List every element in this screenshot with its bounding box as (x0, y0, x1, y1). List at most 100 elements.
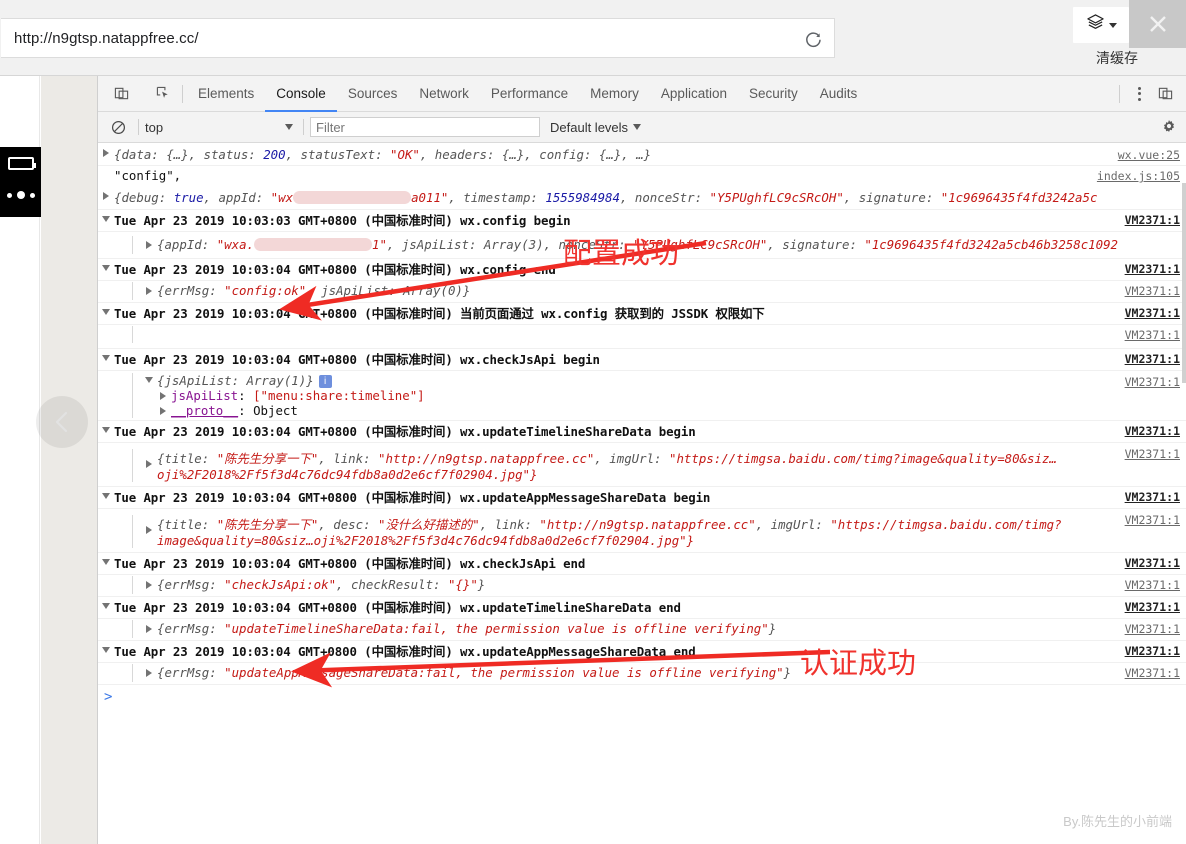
log-source-link[interactable]: VM2371:1 (1125, 447, 1180, 461)
console-group-row[interactable]: Tue Apr 23 2019 10:03:04 GMT+0800 (中国标准时… (98, 641, 1186, 663)
address-bar[interactable]: http://n9gtsp.natappfree.cc/ (1, 18, 835, 58)
console-row[interactable]: {data: {…}, status: 200, statusText: "OK… (98, 143, 1186, 166)
collapse-triangle-icon[interactable] (98, 260, 114, 271)
tab-console[interactable]: Console (265, 76, 337, 112)
reload-icon[interactable] (800, 26, 826, 52)
toolbar-divider-right (1119, 84, 1120, 103)
expand-triangle-icon[interactable] (141, 622, 157, 633)
log-source-link[interactable]: VM2371:1 (1125, 513, 1180, 527)
battery-icon (8, 157, 36, 170)
inspect-cursor-icon[interactable] (148, 86, 178, 101)
tab-audits[interactable]: Audits (809, 76, 869, 112)
console-log-area[interactable]: {data: {…}, status: 200, statusText: "OK… (98, 143, 1186, 844)
log-source-link[interactable]: VM2371:1 (1125, 262, 1180, 276)
back-button[interactable] (36, 396, 88, 448)
filter-input[interactable]: Filter (310, 117, 540, 137)
expand-triangle-icon[interactable] (98, 146, 114, 157)
log-source-link[interactable]: wx.vue:25 (1118, 148, 1180, 162)
log-message: Tue Apr 23 2019 10:03:04 GMT+0800 (中国标准时… (114, 644, 696, 659)
console-group-row[interactable]: Tue Apr 23 2019 10:03:04 GMT+0800 (中国标准时… (98, 597, 1186, 619)
collapse-triangle-icon[interactable] (98, 304, 114, 315)
collapse-triangle-icon[interactable] (98, 488, 114, 499)
tab-sources[interactable]: Sources (337, 76, 409, 112)
console-group-row[interactable]: Tue Apr 23 2019 10:03:04 GMT+0800 (中国标准时… (98, 349, 1186, 371)
console-prompt[interactable]: > (98, 685, 1186, 709)
console-row[interactable]: {title: "陈先生分享一下", desc: "没什么好描述的", link… (98, 509, 1186, 553)
log-source-link[interactable]: VM2371:1 (1125, 556, 1180, 570)
log-levels-select[interactable]: Default levels (550, 120, 642, 135)
console-row[interactable]: {appId: "wxa. 1", jsApiList: Array(3), no… (98, 232, 1186, 259)
log-source-link[interactable]: VM2371:1 (1125, 578, 1180, 592)
console-row[interactable]: {errMsg: "updateTimelineShareData:fail, … (98, 619, 1186, 641)
log-source-link[interactable]: VM2371:1 (1125, 644, 1180, 658)
extension-button[interactable] (1073, 7, 1129, 43)
collapse-triangle-icon[interactable] (141, 373, 157, 383)
log-object: {title: "陈先生分享一下", link: "http://n9gtsp.… (157, 451, 1057, 482)
expand-triangle-icon[interactable] (155, 388, 171, 400)
log-source-link[interactable]: VM2371:1 (1125, 490, 1180, 504)
console-scrollbar[interactable] (1182, 143, 1186, 844)
log-source-link[interactable]: index.js:105 (1097, 169, 1180, 183)
console-row[interactable]: {jsApiList: Array(1)} i jsApiList: ["menu… (98, 371, 1186, 421)
console-row[interactable]: VM2371:1 (98, 325, 1186, 349)
log-source-link[interactable]: VM2371:1 (1125, 306, 1180, 320)
console-row[interactable]: "config", index.js:105 (98, 166, 1186, 188)
tab-network[interactable]: Network (408, 76, 480, 112)
row-spacer (98, 620, 114, 623)
tab-application[interactable]: Application (650, 76, 738, 112)
console-group-row[interactable]: Tue Apr 23 2019 10:03:04 GMT+0800 (中国标准时… (98, 553, 1186, 575)
execution-context-select[interactable]: top (145, 120, 297, 135)
console-group-row[interactable]: Tue Apr 23 2019 10:03:04 GMT+0800 (中国标准时… (98, 259, 1186, 281)
console-group-row[interactable]: Tue Apr 23 2019 10:03:04 GMT+0800 (中国标准时… (98, 303, 1186, 325)
log-source-link[interactable]: VM2371:1 (1125, 213, 1180, 227)
console-group-row[interactable]: Tue Apr 23 2019 10:03:03 GMT+0800 (中国标准时… (98, 210, 1186, 232)
layers-icon (1086, 13, 1105, 37)
console-group-row[interactable]: Tue Apr 23 2019 10:03:04 GMT+0800 (中国标准时… (98, 421, 1186, 443)
tab-elements[interactable]: Elements (187, 76, 265, 112)
collapse-triangle-icon[interactable] (98, 211, 114, 222)
kebab-menu-icon[interactable] (1128, 86, 1150, 101)
expand-triangle-icon[interactable] (141, 666, 157, 677)
log-object-header: {jsApiList: Array(1)} i (157, 373, 332, 388)
log-source-link[interactable]: VM2371:1 (1125, 375, 1180, 389)
row-spacer (98, 664, 114, 667)
dock-side-icon[interactable] (1150, 86, 1180, 101)
devtools-panel: Elements Console Sources Network Perform… (97, 76, 1186, 844)
expand-triangle-icon[interactable] (141, 238, 157, 249)
console-row[interactable]: {debug: true, appId: "wx a011", timestamp… (98, 188, 1186, 210)
close-button[interactable] (1129, 0, 1186, 48)
collapse-triangle-icon[interactable] (98, 350, 114, 361)
console-group-row[interactable]: Tue Apr 23 2019 10:03:04 GMT+0800 (中国标准时… (98, 487, 1186, 509)
expand-triangle-icon[interactable] (141, 449, 157, 468)
collapse-triangle-icon[interactable] (98, 598, 114, 609)
log-source-link[interactable]: VM2371:1 (1125, 666, 1180, 680)
scrollbar-thumb[interactable] (1182, 183, 1186, 383)
collapse-triangle-icon[interactable] (98, 642, 114, 653)
expand-triangle-icon[interactable] (141, 578, 157, 589)
tab-memory[interactable]: Memory (579, 76, 650, 112)
collapse-triangle-icon[interactable] (98, 422, 114, 433)
log-source-link[interactable]: VM2371:1 (1125, 424, 1180, 438)
clear-console-icon[interactable] (104, 120, 132, 135)
console-row[interactable]: {errMsg: "updateAppMessageShareData:fail… (98, 663, 1186, 685)
log-message: Tue Apr 23 2019 10:03:04 GMT+0800 (中国标准时… (114, 262, 556, 277)
log-source-link[interactable]: VM2371:1 (1125, 284, 1180, 298)
expand-triangle-icon[interactable] (141, 284, 157, 295)
log-message: Tue Apr 23 2019 10:03:04 GMT+0800 (中国标准时… (114, 306, 765, 321)
expand-triangle-icon[interactable] (98, 189, 114, 200)
log-source-link[interactable]: VM2371:1 (1125, 328, 1180, 342)
expand-triangle-icon[interactable] (141, 515, 157, 534)
collapse-triangle-icon[interactable] (98, 554, 114, 565)
expand-triangle-icon[interactable] (155, 403, 171, 415)
tab-performance[interactable]: Performance (480, 76, 579, 112)
info-icon[interactable]: i (318, 375, 332, 388)
console-row[interactable]: {errMsg: "checkJsApi:ok", checkResult: "… (98, 575, 1186, 597)
log-source-link[interactable]: VM2371:1 (1125, 352, 1180, 366)
console-row[interactable]: {errMsg: "config:ok", jsApiList: Array(0… (98, 281, 1186, 303)
log-source-link[interactable]: VM2371:1 (1125, 600, 1180, 614)
log-source-link[interactable]: VM2371:1 (1125, 622, 1180, 636)
tab-security[interactable]: Security (738, 76, 809, 112)
console-row[interactable]: {title: "陈先生分享一下", link: "http://n9gtsp.… (98, 443, 1186, 487)
device-toolbar-icon[interactable] (106, 86, 136, 101)
gear-icon[interactable] (1161, 119, 1177, 135)
